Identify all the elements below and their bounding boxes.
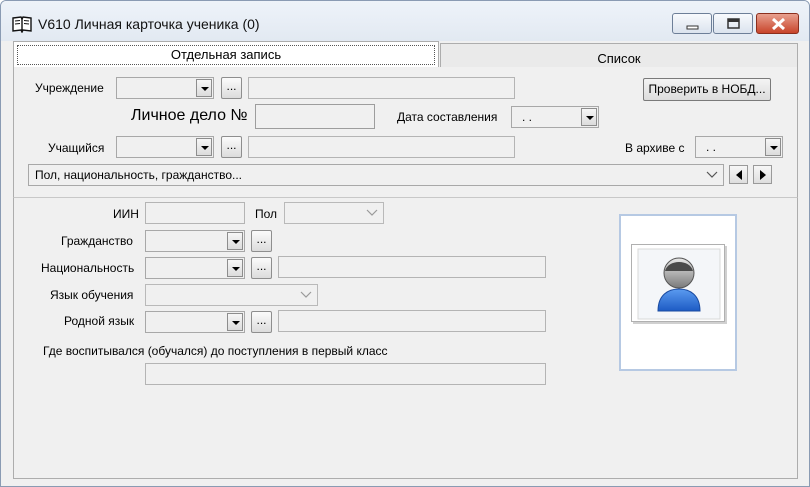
- native-language-select[interactable]: [145, 311, 245, 333]
- language-select[interactable]: [145, 284, 318, 306]
- chevron-down-icon[interactable]: [704, 166, 720, 184]
- chevron-down-icon[interactable]: [227, 259, 243, 277]
- citizenship-lookup-button[interactable]: ...: [251, 230, 272, 252]
- client-area: Отдельная запись Список Учреждение ... П…: [9, 41, 802, 482]
- chevron-down-icon[interactable]: [227, 232, 243, 250]
- file-number-field[interactable]: [255, 104, 375, 129]
- check-nobd-button[interactable]: Проверить в НОБД...: [643, 78, 771, 101]
- chevron-down-icon[interactable]: [298, 286, 314, 304]
- nationality-select[interactable]: [145, 257, 245, 279]
- arrow-left-icon: [736, 170, 742, 180]
- maximize-button[interactable]: [713, 13, 753, 34]
- native-language-lookup-button[interactable]: ...: [251, 311, 272, 333]
- student-photo-frame[interactable]: [619, 214, 737, 371]
- upbringing-field[interactable]: [145, 363, 546, 385]
- minimize-button[interactable]: [672, 13, 712, 34]
- title-bar[interactable]: V610 Личная карточка ученика (0): [1, 1, 809, 41]
- student-select[interactable]: [116, 136, 214, 158]
- nationality-text-field[interactable]: [278, 256, 546, 278]
- date-compiled-value: . .: [522, 110, 533, 124]
- file-number-label: Личное дело №: [131, 107, 248, 124]
- user-avatar-icon: [637, 248, 721, 320]
- archive-since-picker[interactable]: . .: [695, 136, 783, 158]
- minimize-icon: [686, 25, 699, 30]
- close-button[interactable]: [756, 13, 799, 34]
- gender-select[interactable]: [284, 202, 384, 224]
- student-name-field[interactable]: [248, 136, 515, 158]
- gender-label: Пол: [255, 207, 278, 221]
- citizenship-label: Гражданство: [61, 234, 133, 248]
- citizenship-select[interactable]: [145, 230, 245, 252]
- main-window: V610 Личная карточка ученика (0) Отдельн…: [0, 0, 810, 487]
- institution-select[interactable]: [116, 77, 214, 99]
- nationality-lookup-button[interactable]: ...: [251, 257, 272, 279]
- archive-since-label: В архиве с: [625, 141, 685, 155]
- student-lookup-button[interactable]: ...: [221, 136, 242, 158]
- student-label: Учащийся: [48, 141, 105, 155]
- prev-section-button[interactable]: [729, 165, 748, 184]
- window-title: V610 Личная карточка ученика (0): [38, 16, 260, 32]
- chevron-down-icon[interactable]: [227, 313, 243, 331]
- language-label: Язык обучения: [50, 288, 134, 302]
- chevron-down-icon[interactable]: [765, 138, 781, 156]
- section-select[interactable]: Пол, национальность, гражданство...: [28, 164, 724, 186]
- book-icon: [12, 16, 32, 34]
- tab-label: Список: [597, 51, 641, 66]
- chevron-down-icon[interactable]: [196, 138, 212, 156]
- institution-name-field[interactable]: [248, 77, 515, 99]
- section-value: Пол, национальность, гражданство...: [35, 168, 242, 182]
- nationality-label: Национальность: [41, 261, 135, 275]
- maximize-icon: [727, 18, 740, 29]
- institution-lookup-button[interactable]: ...: [221, 77, 242, 99]
- tab-focus-rect: [17, 45, 435, 65]
- archive-since-value: . .: [706, 140, 717, 154]
- chevron-down-icon[interactable]: [196, 79, 212, 97]
- institution-label: Учреждение: [35, 81, 104, 95]
- date-compiled-picker[interactable]: . .: [511, 106, 599, 128]
- native-language-text-field[interactable]: [278, 310, 546, 332]
- iin-field[interactable]: [145, 202, 245, 224]
- iin-label: ИИН: [113, 207, 139, 221]
- next-section-button[interactable]: [753, 165, 772, 184]
- date-compiled-label: Дата составления: [397, 110, 498, 124]
- close-icon: [771, 17, 786, 31]
- photo-placeholder: [631, 244, 725, 322]
- arrow-right-icon: [760, 170, 766, 180]
- upbringing-label: Где воспитывался (обучался) до поступлен…: [43, 344, 388, 358]
- tab-single-record[interactable]: Отдельная запись: [13, 41, 439, 67]
- native-language-label: Родной язык: [64, 314, 135, 328]
- chevron-down-icon[interactable]: [581, 108, 597, 126]
- chevron-down-icon[interactable]: [364, 204, 380, 222]
